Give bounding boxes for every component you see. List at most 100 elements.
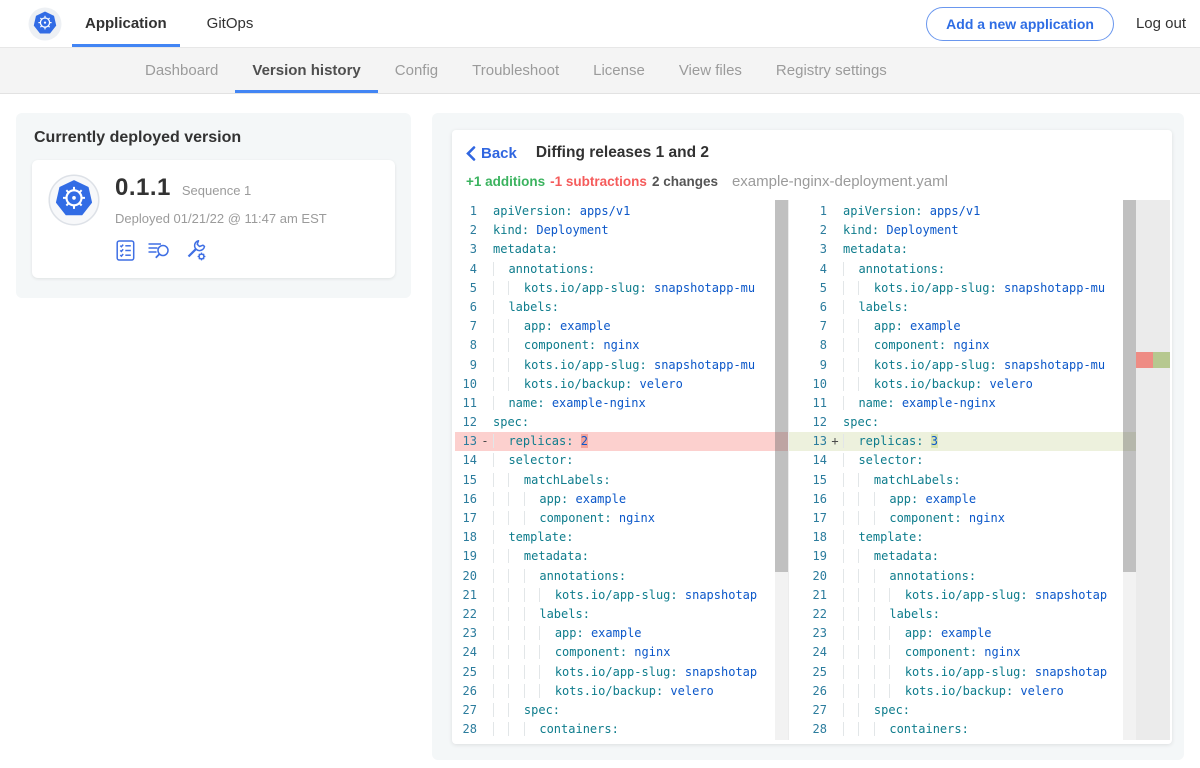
additions-count: +1 additions	[466, 174, 545, 189]
checklist-icon[interactable]	[115, 239, 136, 262]
diff-line: 16 app: example	[789, 490, 1170, 509]
scrollbar-right	[1123, 200, 1136, 740]
subnav-tab-config[interactable]: Config	[378, 48, 455, 93]
diff-line: 10 kots.io/backup: velero	[789, 375, 1170, 394]
diff-line: 12spec:	[789, 413, 1170, 432]
deployed-version-number: 0.1.1	[115, 174, 171, 202]
diff-line: 8 component: nginx	[789, 336, 1170, 355]
diff-line: 4 annotations:	[789, 260, 1170, 279]
diff-editor: 1apiVersion: apps/v12kind: Deployment3me…	[455, 200, 1170, 740]
diff-line: 5 kots.io/app-slug: snapshotapp-mu	[455, 279, 788, 298]
diff-line: 3metadata:	[455, 240, 788, 259]
diff-title: Diffing releases 1 and 2	[536, 144, 709, 162]
diff-line: 6 labels:	[455, 298, 788, 317]
diff-line: 11 name: example-nginx	[789, 394, 1170, 413]
diff-line: 28 containers:	[789, 720, 1170, 739]
diff-line: 25 kots.io/app-slug: snapshotap	[455, 663, 788, 682]
diff-filename: example-nginx-deployment.yaml	[732, 173, 948, 190]
diff-line: 15 matchLabels:	[455, 471, 788, 490]
subnav-tab-registry-settings[interactable]: Registry settings	[759, 48, 904, 93]
diff-line: 7 app: example	[789, 317, 1170, 336]
top-nav: Application GitOps Add a new application…	[0, 0, 1200, 48]
back-button[interactable]: Back	[466, 145, 517, 162]
diff-line: 21 kots.io/app-slug: snapshotap	[789, 586, 1170, 605]
deployed-version-card: 0.1.1 Sequence 1 Deployed 01/21/22 @ 11:…	[32, 160, 395, 278]
diff-line: 7 app: example	[455, 317, 788, 336]
diff-line: 18 template:	[789, 528, 1170, 547]
subnav-tab-license[interactable]: License	[576, 48, 662, 93]
app-subnav: DashboardVersion historyConfigTroublesho…	[0, 48, 1200, 94]
diff-line: 16 app: example	[455, 490, 788, 509]
diff-line: 4 annotations:	[455, 260, 788, 279]
scrollbar-left-thumb[interactable]	[775, 200, 788, 572]
diff-line: 10 kots.io/backup: velero	[455, 375, 788, 394]
subnav-tab-troubleshoot[interactable]: Troubleshoot	[455, 48, 576, 93]
diff-line: 26 kots.io/backup: velero	[455, 682, 788, 701]
subtractions-count: -1 subtractions	[550, 174, 647, 189]
app-kubernetes-icon	[48, 174, 100, 226]
diff-line: 13- replicas: 2	[455, 432, 788, 451]
scrollbar-left	[775, 200, 788, 740]
diff-line: 19 metadata:	[789, 547, 1170, 566]
diff-line: 3metadata:	[789, 240, 1170, 259]
diff-line: 25 kots.io/app-slug: snapshotap	[789, 663, 1170, 682]
ruler-removed-marker	[1136, 352, 1153, 368]
diff-line: 9 kots.io/app-slug: snapshotapp-mu	[455, 356, 788, 375]
diff-line: 17 component: nginx	[455, 509, 788, 528]
diff-line: 15 matchLabels:	[789, 471, 1170, 490]
diff-line: 19 metadata:	[455, 547, 788, 566]
diff-line: 13+ replicas: 3	[789, 432, 1170, 451]
subnav-tab-dashboard[interactable]: Dashboard	[128, 48, 235, 93]
code-pane-left: 1apiVersion: apps/v12kind: Deployment3me…	[455, 200, 789, 740]
diff-line: 26 kots.io/backup: velero	[789, 682, 1170, 701]
diff-line: 2kind: Deployment	[455, 221, 788, 240]
tab-application[interactable]: Application	[72, 0, 180, 47]
changes-count: 2 changes	[652, 174, 718, 189]
diff-line: 14 selector:	[789, 451, 1170, 470]
diff-panel: Back Diffing releases 1 and 2 +1 additio…	[432, 113, 1184, 760]
diff-card: Back Diffing releases 1 and 2 +1 additio…	[452, 130, 1172, 744]
diff-line: 27 spec:	[789, 701, 1170, 720]
diff-line: 8 component: nginx	[455, 336, 788, 355]
diff-line: 23 app: example	[789, 624, 1170, 643]
diff-line: 17 component: nginx	[789, 509, 1170, 528]
diff-line: 1apiVersion: apps/v1	[789, 202, 1170, 221]
currently-deployed-panel: Currently deployed version	[16, 113, 411, 298]
diff-line: 18 template:	[455, 528, 788, 547]
diff-stats: +1 additions -1 subtractions 2 changes e…	[452, 164, 1172, 200]
kubernetes-logo	[28, 0, 62, 47]
code-pane-right: 1apiVersion: apps/v12kind: Deployment3me…	[789, 200, 1170, 740]
scrollbar-right-thumb[interactable]	[1123, 200, 1136, 572]
diff-line: 5 kots.io/app-slug: snapshotapp-mu	[789, 279, 1170, 298]
diff-line: 9 kots.io/app-slug: snapshotapp-mu	[789, 356, 1170, 375]
chevron-left-icon	[466, 146, 476, 161]
wrench-gear-icon[interactable]	[184, 239, 208, 262]
deployed-sequence-label: Sequence 1	[182, 183, 251, 198]
ruler-added-marker	[1153, 352, 1170, 368]
diff-line: 2kind: Deployment	[789, 221, 1170, 240]
diff-line: 20 annotations:	[789, 567, 1170, 586]
deployed-timestamp: Deployed 01/21/22 @ 11:47 am EST	[115, 211, 327, 226]
deployed-panel-title: Currently deployed version	[34, 129, 395, 147]
diff-line: 11 name: example-nginx	[455, 394, 788, 413]
diff-line: 6 labels:	[789, 298, 1170, 317]
diff-line: 22 labels:	[789, 605, 1170, 624]
logout-button[interactable]: Log out	[1136, 15, 1186, 32]
view-files-icon[interactable]	[147, 239, 173, 262]
diff-line: 24 component: nginx	[455, 643, 788, 662]
diff-line: 21 kots.io/app-slug: snapshotap	[455, 586, 788, 605]
diff-line: 1apiVersion: apps/v1	[455, 202, 788, 221]
diff-line: 27 spec:	[455, 701, 788, 720]
diff-line: 28 containers:	[455, 720, 788, 739]
tab-gitops[interactable]: GitOps	[194, 0, 267, 47]
subnav-tab-version-history[interactable]: Version history	[235, 48, 377, 93]
subnav-tab-view-files[interactable]: View files	[662, 48, 759, 93]
add-application-button[interactable]: Add a new application	[926, 7, 1114, 41]
diff-line: 12spec:	[455, 413, 788, 432]
diff-line: 14 selector:	[455, 451, 788, 470]
diff-line: 20 annotations:	[455, 567, 788, 586]
main-content: Currently deployed version	[0, 94, 1200, 768]
overview-ruler	[1136, 200, 1170, 740]
diff-line: 22 labels:	[455, 605, 788, 624]
diff-line: 24 component: nginx	[789, 643, 1170, 662]
